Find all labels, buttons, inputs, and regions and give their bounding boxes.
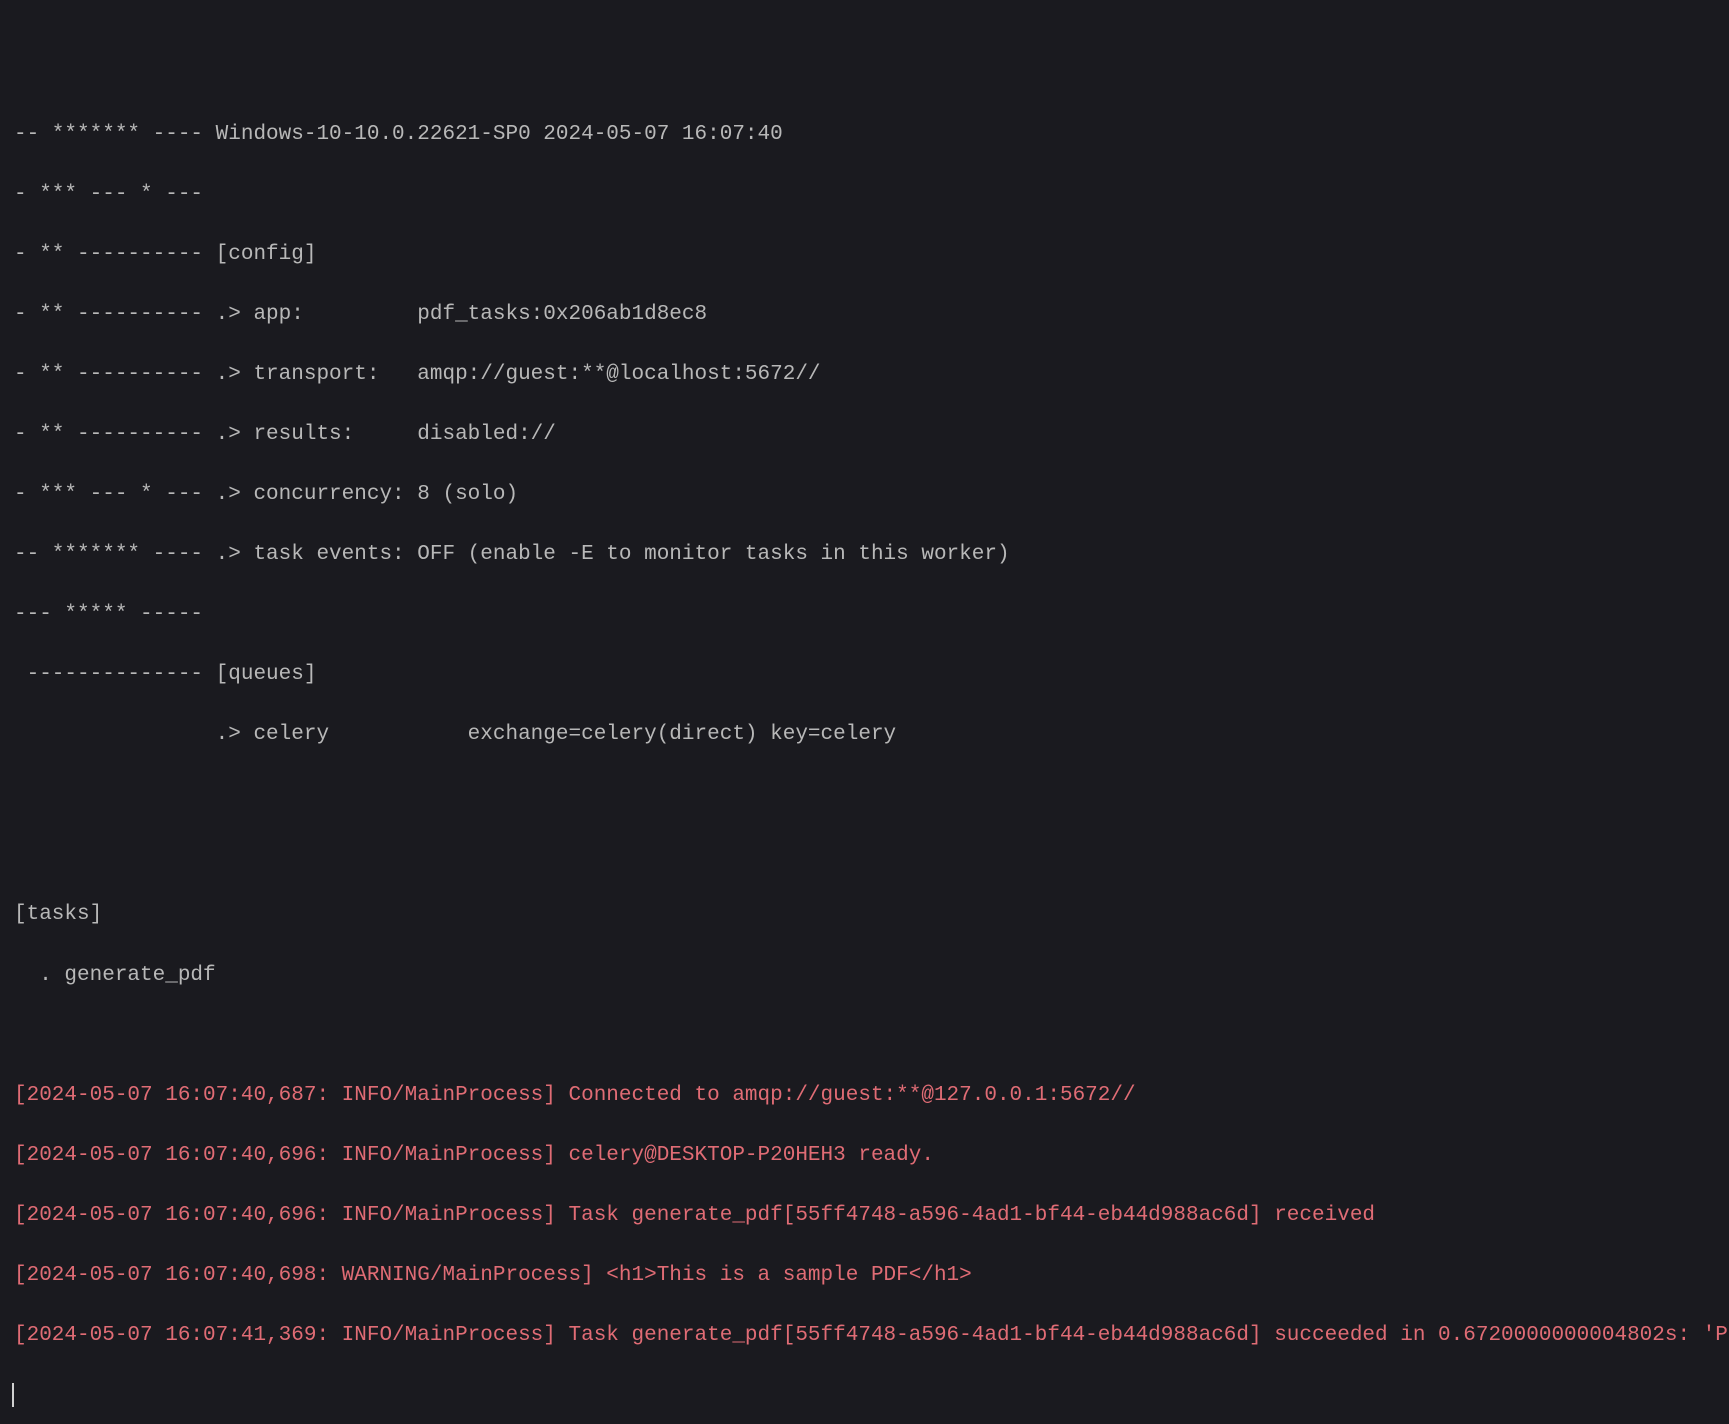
banner-line-app: - ** ---------- .> app: pdf_tasks:0x206a…: [14, 300, 1715, 330]
tasks-item: . generate_pdf: [14, 961, 1715, 991]
banner-line-config-header: - ** ---------- [config]: [14, 240, 1715, 270]
tasks-header: [tasks]: [14, 900, 1715, 930]
prompt-line[interactable]: [14, 1381, 1715, 1411]
cursor-icon: [12, 1383, 14, 1407]
banner-line: --- ***** -----: [14, 600, 1715, 630]
log-line-info-task-succeeded: [2024-05-07 16:07:41,369: INFO/MainProce…: [14, 1321, 1715, 1351]
banner-line: - *** --- * ---: [14, 180, 1715, 210]
log-line-info-connected: [2024-05-07 16:07:40,687: INFO/MainProce…: [14, 1081, 1715, 1111]
banner-line-transport: - ** ---------- .> transport: amqp://gue…: [14, 360, 1715, 390]
log-line-info-task-received: [2024-05-07 16:07:40,696: INFO/MainProce…: [14, 1201, 1715, 1231]
banner-line-results: - ** ---------- .> results: disabled://: [14, 420, 1715, 450]
banner-line-queues-header: -------------- [queues]: [14, 660, 1715, 690]
blank-line: [14, 1021, 1715, 1051]
banner-line-platform: -- ******* ---- Windows-10-10.0.22621-SP…: [14, 120, 1715, 150]
banner-line-task-events: -- ******* ---- .> task events: OFF (ena…: [14, 540, 1715, 570]
blank-line: [14, 840, 1715, 870]
log-line-warning: [2024-05-07 16:07:40,698: WARNING/MainPr…: [14, 1261, 1715, 1291]
blank-line: [14, 780, 1715, 810]
banner-line-concurrency: - *** --- * --- .> concurrency: 8 (solo): [14, 480, 1715, 510]
banner-line-queue-celery: .> celery exchange=celery(direct) key=ce…: [14, 720, 1715, 750]
log-line-info-ready: [2024-05-07 16:07:40,696: INFO/MainProce…: [14, 1141, 1715, 1171]
